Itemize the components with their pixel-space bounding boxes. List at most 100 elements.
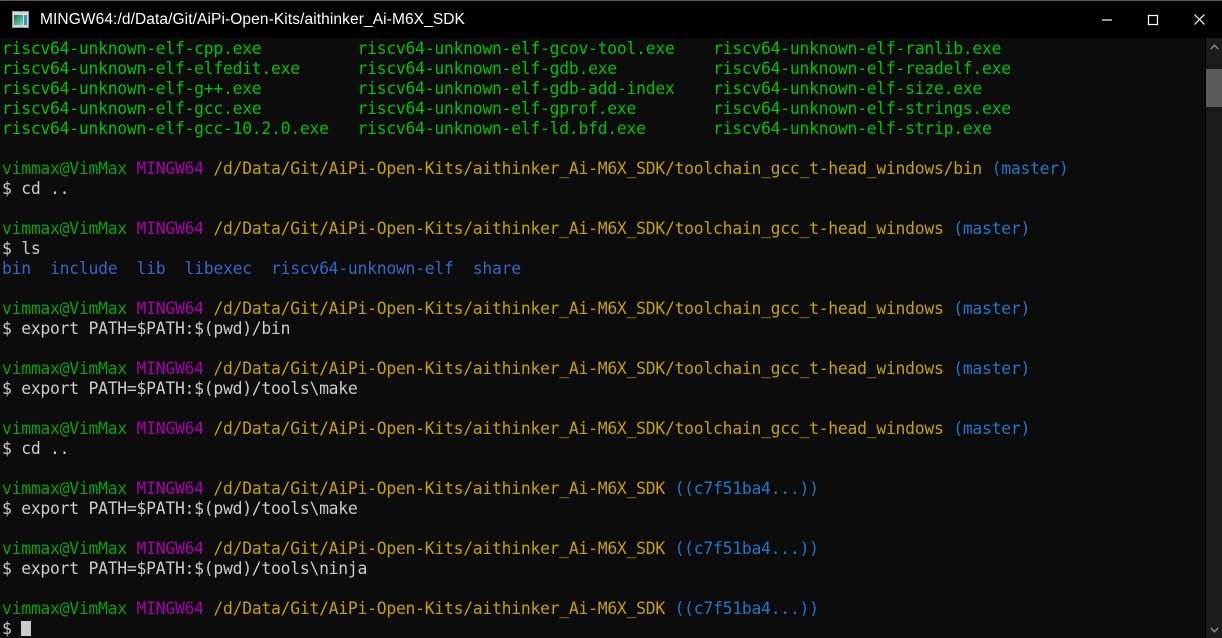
prompt-line: vimmax@VimMax MINGW64 /d/Data/Git/AiPi-O… [2,539,1205,559]
prompt-path: /d/Data/Git/AiPi-Open-Kits/aithinker_Ai-… [213,479,665,498]
scroll-up-arrow[interactable] [1206,38,1222,55]
terminal-output[interactable]: riscv64-unknown-elf-cpp.exe riscv64-unkn… [0,38,1205,638]
prompt-shell: MINGW64 [136,599,205,618]
text-cursor [21,621,31,636]
window-controls [1084,1,1222,38]
scrollbar[interactable] [1205,38,1222,638]
prompt-shell: MINGW64 [136,299,205,318]
command-text: export PATH=$PATH:$(pwd)/bin [21,319,291,338]
prompt-branch: ((c7f51ba4...)) [674,599,819,618]
exe-listing-row: riscv64-unknown-elf-g++.exe riscv64-unkn… [2,79,1205,99]
exe-listing-row: riscv64-unknown-elf-gcc-10.2.0.exe riscv… [2,119,1205,139]
command-line: $ export PATH=$PATH:$(pwd)/tools\ninja [2,559,1205,579]
prompt-branch: (master) [953,359,1031,378]
prompt-path: /d/Data/Git/AiPi-Open-Kits/aithinker_Ai-… [213,539,665,558]
prompt-symbol: $ [2,439,22,458]
title-bar[interactable]: MINGW64:/d/Data/Git/AiPi-Open-Kits/aithi… [0,1,1222,38]
prompt-shell: MINGW64 [136,479,205,498]
prompt-symbol: $ [2,619,22,638]
prompt-symbol: $ [2,179,22,198]
prompt-line: vimmax@VimMax MINGW64 /d/Data/Git/AiPi-O… [2,599,1205,619]
prompt-symbol: $ [2,239,22,258]
prompt-shell: MINGW64 [136,219,205,238]
command-text: cd .. [21,439,70,458]
command-text: ls [21,239,41,258]
command-line: $ export PATH=$PATH:$(pwd)/tools\make [2,379,1205,399]
exe-listing-text: riscv64-unknown-elf-elfedit.exe riscv64-… [2,59,1011,78]
scrollbar-track[interactable] [1205,55,1222,621]
exe-listing-text: riscv64-unknown-elf-g++.exe riscv64-unkn… [2,79,983,98]
prompt-path: /d/Data/Git/AiPi-Open-Kits/aithinker_Ai-… [213,219,944,238]
prompt-shell: MINGW64 [136,359,205,378]
exe-listing-row: riscv64-unknown-elf-elfedit.exe riscv64-… [2,59,1205,79]
exe-listing-text: riscv64-unknown-elf-gcc-10.2.0.exe riscv… [2,119,992,138]
prompt-path: /d/Data/Git/AiPi-Open-Kits/aithinker_Ai-… [213,159,983,178]
prompt-symbol: $ [2,319,22,338]
prompt-shell: MINGW64 [136,419,205,438]
prompt-line: vimmax@VimMax MINGW64 /d/Data/Git/AiPi-O… [2,219,1205,239]
command-text: export PATH=$PATH:$(pwd)/tools\make [21,379,358,398]
prompt-path: /d/Data/Git/AiPi-Open-Kits/aithinker_Ai-… [213,419,944,438]
terminal-window: MINGW64:/d/Data/Git/AiPi-Open-Kits/aithi… [0,0,1222,638]
prompt-user-host: vimmax@VimMax [2,159,127,178]
command-text: export PATH=$PATH:$(pwd)/tools\ninja [21,559,368,578]
prompt-shell: MINGW64 [136,159,205,178]
prompt-symbol: $ [2,559,22,578]
command-line: $ ls [2,239,1205,259]
prompt-shell: MINGW64 [136,539,205,558]
scrollbar-thumb[interactable] [1205,69,1222,107]
minimize-button[interactable] [1084,1,1130,38]
prompt-user-host: vimmax@VimMax [2,419,127,438]
scroll-down-arrow[interactable] [1206,621,1222,638]
prompt-symbol: $ [2,499,22,518]
maximize-button[interactable] [1130,1,1176,38]
prompt-line: vimmax@VimMax MINGW64 /d/Data/Git/AiPi-O… [2,159,1205,179]
prompt-line: vimmax@VimMax MINGW64 /d/Data/Git/AiPi-O… [2,299,1205,319]
exe-listing-row: riscv64-unknown-elf-gcc.exe riscv64-unkn… [2,99,1205,119]
prompt-user-host: vimmax@VimMax [2,599,127,618]
exe-listing-row: riscv64-unknown-elf-cpp.exe riscv64-unkn… [2,39,1205,59]
exe-listing-text: riscv64-unknown-elf-cpp.exe riscv64-unkn… [2,39,1002,58]
command-line: $ export PATH=$PATH:$(pwd)/bin [2,319,1205,339]
prompt-user-host: vimmax@VimMax [2,539,127,558]
close-button[interactable] [1176,1,1222,38]
directory-listing-text: bin include lib libexec riscv64-unknown-… [2,259,521,278]
command-line: $ cd .. [2,439,1205,459]
mintty-terminal-icon [12,11,29,28]
exe-listing-text: riscv64-unknown-elf-gcc.exe riscv64-unkn… [2,99,1011,118]
prompt-line: vimmax@VimMax MINGW64 /d/Data/Git/AiPi-O… [2,479,1205,499]
prompt-branch: (master) [991,159,1069,178]
command-text: cd .. [21,179,70,198]
command-line: $ cd .. [2,179,1205,199]
prompt-symbol: $ [2,379,22,398]
prompt-branch: ((c7f51ba4...)) [674,539,819,558]
prompt-branch: ((c7f51ba4...)) [674,479,819,498]
